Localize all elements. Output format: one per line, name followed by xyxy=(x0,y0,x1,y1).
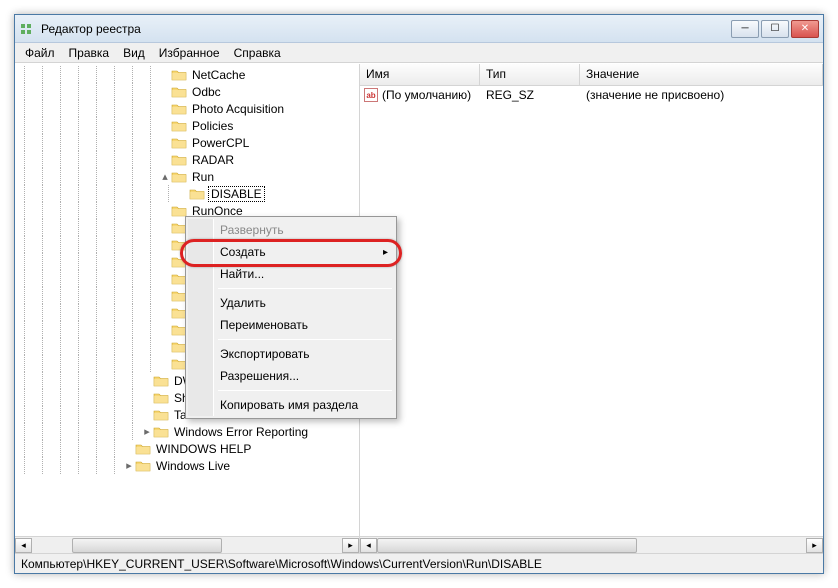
list-pane: Имя Тип Значение ab (По умолчанию) REG_S… xyxy=(360,64,823,553)
value-name: (По умолчанию) xyxy=(382,88,471,102)
context-menu: Развернуть Создать▸ Найти... Удалить Пер… xyxy=(185,216,397,419)
registry-editor-window: Редактор реестра ─ ☐ ✕ Файл Правка Вид И… xyxy=(14,14,824,574)
list-body[interactable]: ab (По умолчанию) REG_SZ (значение не пр… xyxy=(360,86,823,536)
minimize-button[interactable]: ─ xyxy=(731,20,759,38)
scroll-left-button[interactable]: ◂ xyxy=(360,538,377,553)
context-rename[interactable]: Переименовать xyxy=(188,314,394,336)
context-permissions[interactable]: Разрешения... xyxy=(188,365,394,387)
maximize-button[interactable]: ☐ xyxy=(761,20,789,38)
tree-item-label: Run xyxy=(190,170,216,184)
scroll-right-button[interactable]: ▸ xyxy=(342,538,359,553)
tree-item[interactable]: PowerCPL xyxy=(15,134,359,151)
scroll-thumb[interactable] xyxy=(72,538,222,553)
folder-icon xyxy=(171,135,187,151)
column-header-value[interactable]: Значение xyxy=(580,64,823,85)
submenu-arrow-icon: ▸ xyxy=(383,247,388,258)
status-path: Компьютер\HKEY_CURRENT_USER\Software\Mic… xyxy=(21,557,542,571)
context-delete[interactable]: Удалить xyxy=(188,292,394,314)
expander-icon[interactable]: ▴ xyxy=(159,170,171,183)
column-header-type[interactable]: Тип xyxy=(480,64,580,85)
folder-icon xyxy=(153,390,169,406)
list-hscrollbar[interactable]: ◂ ▸ xyxy=(360,536,823,553)
tree-item[interactable]: WINDOWS HELP xyxy=(15,440,359,457)
tree-item-label: Windows Error Reporting xyxy=(172,425,310,439)
app-icon xyxy=(19,21,35,37)
separator xyxy=(218,339,392,340)
scroll-track[interactable] xyxy=(377,538,806,553)
tree-item-label: DISABLE xyxy=(208,186,265,202)
tree-item[interactable]: ▴ Run xyxy=(15,168,359,185)
close-button[interactable]: ✕ xyxy=(791,20,819,38)
folder-icon xyxy=(153,424,169,440)
folder-icon xyxy=(135,441,151,457)
context-find[interactable]: Найти... xyxy=(188,263,394,285)
folder-icon xyxy=(135,458,151,474)
folder-icon xyxy=(189,186,205,202)
tree-item-label: Windows Live xyxy=(154,459,232,473)
column-header-name[interactable]: Имя xyxy=(360,64,480,85)
window-buttons: ─ ☐ ✕ xyxy=(731,20,819,38)
expander-icon[interactable]: ▸ xyxy=(123,459,135,472)
regsz-icon: ab xyxy=(364,88,378,102)
tree-item-label: WINDOWS HELP xyxy=(154,442,253,456)
scroll-left-button[interactable]: ◂ xyxy=(15,538,32,553)
folder-icon xyxy=(171,101,187,117)
value-data: (значение не присвоено) xyxy=(580,88,823,102)
statusbar: Компьютер\HKEY_CURRENT_USER\Software\Mic… xyxy=(15,553,823,573)
separator xyxy=(218,288,392,289)
menu-view[interactable]: Вид xyxy=(117,44,151,62)
tree-item[interactable]: NetCache xyxy=(15,66,359,83)
tree-item-label: PowerCPL xyxy=(190,136,251,150)
separator xyxy=(218,390,392,391)
tree-item[interactable]: Odbc xyxy=(15,83,359,100)
value-type: REG_SZ xyxy=(480,88,580,102)
menu-help[interactable]: Справка xyxy=(228,44,287,62)
tree-item-label: Policies xyxy=(190,119,235,133)
tree-item[interactable]: DISABLE xyxy=(15,185,359,202)
folder-icon xyxy=(171,169,187,185)
tree-item[interactable]: RADAR xyxy=(15,151,359,168)
folder-icon xyxy=(171,84,187,100)
folder-icon xyxy=(171,152,187,168)
scroll-thumb[interactable] xyxy=(377,538,637,553)
folder-icon xyxy=(171,118,187,134)
tree-item-label: NetCache xyxy=(190,68,247,82)
tree-hscrollbar[interactable]: ◂ ▸ xyxy=(15,536,359,553)
folder-icon xyxy=(171,67,187,83)
list-header: Имя Тип Значение xyxy=(360,64,823,86)
folder-icon xyxy=(153,407,169,423)
window-title: Редактор реестра xyxy=(41,22,731,36)
tree-item-label: Odbc xyxy=(190,85,223,99)
menubar: Файл Правка Вид Избранное Справка xyxy=(15,43,823,63)
tree-item[interactable]: ▸ Windows Error Reporting xyxy=(15,423,359,440)
folder-icon xyxy=(153,373,169,389)
tree-item[interactable]: Policies xyxy=(15,117,359,134)
workarea: NetCache Odbc Photo Acquisition Policies Pow… xyxy=(15,63,823,553)
context-copy-key-name[interactable]: Копировать имя раздела xyxy=(188,394,394,416)
tree-item[interactable]: ▸ Windows Live xyxy=(15,457,359,474)
context-expand[interactable]: Развернуть xyxy=(188,219,394,241)
tree-item[interactable]: Photo Acquisition xyxy=(15,100,359,117)
context-export[interactable]: Экспортировать xyxy=(188,343,394,365)
titlebar: Редактор реестра ─ ☐ ✕ xyxy=(15,15,823,43)
context-create[interactable]: Создать▸ xyxy=(188,241,394,263)
expander-icon[interactable]: ▸ xyxy=(141,425,153,438)
scroll-track[interactable] xyxy=(32,538,342,553)
tree-item-label: RADAR xyxy=(190,153,236,167)
menu-file[interactable]: Файл xyxy=(19,44,61,62)
scroll-right-button[interactable]: ▸ xyxy=(806,538,823,553)
menu-favorites[interactable]: Избранное xyxy=(153,44,226,62)
tree-item-label: Photo Acquisition xyxy=(190,102,286,116)
list-row[interactable]: ab (По умолчанию) REG_SZ (значение не пр… xyxy=(360,86,823,104)
menu-edit[interactable]: Правка xyxy=(63,44,116,62)
